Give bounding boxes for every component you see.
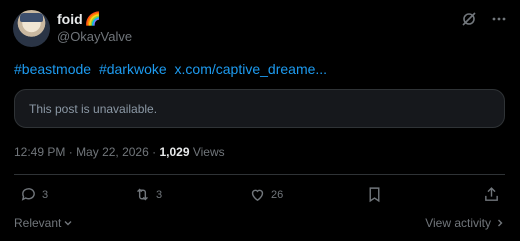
views-label: Views <box>192 145 225 159</box>
post-meta: 12:49 PM · May 22, 2026 · 1,029 Views <box>14 145 225 159</box>
view-activity-label: View activity <box>425 216 491 230</box>
author-name-row[interactable]: foid 🌈 <box>57 11 101 27</box>
post-text: #beastmode #darkwoke x.com/captive_dream… <box>14 61 331 77</box>
post-link[interactable]: x.com/captive_dreame... <box>175 61 328 77</box>
meta-separator: · <box>68 145 77 159</box>
post-time[interactable]: 12:49 PM <box>14 145 65 159</box>
repost-count: 3 <box>156 188 163 201</box>
view-activity-link[interactable]: View activity <box>425 216 505 230</box>
post-actions-bar: 3 3 26 <box>14 186 505 206</box>
repost-button[interactable]: 3 <box>134 186 162 203</box>
like-button[interactable]: 26 <box>249 186 283 203</box>
author-handle[interactable]: @OkayValve <box>57 29 132 44</box>
quoted-post-unavailable: This post is unavailable. <box>14 89 505 128</box>
chevron-right-icon <box>498 219 503 227</box>
rainbow-emoji: 🌈 <box>84 11 101 26</box>
like-count: 26 <box>271 188 284 201</box>
reply-count: 3 <box>42 188 49 201</box>
grok-icon[interactable] <box>461 11 477 27</box>
author-display-name[interactable]: foid <box>57 11 83 27</box>
bookmark-button[interactable] <box>366 186 383 203</box>
share-icon <box>485 187 498 201</box>
more-options-icon[interactable] <box>491 11 507 27</box>
quote-unavailable-text: This post is unavailable. <box>29 102 158 116</box>
views-count: 1,029 <box>159 145 190 159</box>
hashtag-beastmode[interactable]: #beastmode <box>14 61 91 77</box>
repost-icon <box>137 188 148 201</box>
post-date[interactable]: May 22, 2026 <box>76 145 149 159</box>
reply-button[interactable]: 3 <box>20 186 48 203</box>
author-avatar[interactable] <box>13 10 50 47</box>
bookmark-icon <box>369 187 380 203</box>
chevron-down-icon <box>64 221 72 226</box>
post-top-actions <box>461 11 507 27</box>
sort-label: Relevant <box>14 216 62 230</box>
share-button[interactable] <box>483 186 500 203</box>
hashtag-darkwoke[interactable]: #darkwoke <box>99 61 167 77</box>
heart-icon <box>251 189 264 202</box>
sort-dropdown[interactable]: Relevant <box>14 216 73 230</box>
reply-icon <box>21 188 35 201</box>
divider <box>14 174 505 175</box>
